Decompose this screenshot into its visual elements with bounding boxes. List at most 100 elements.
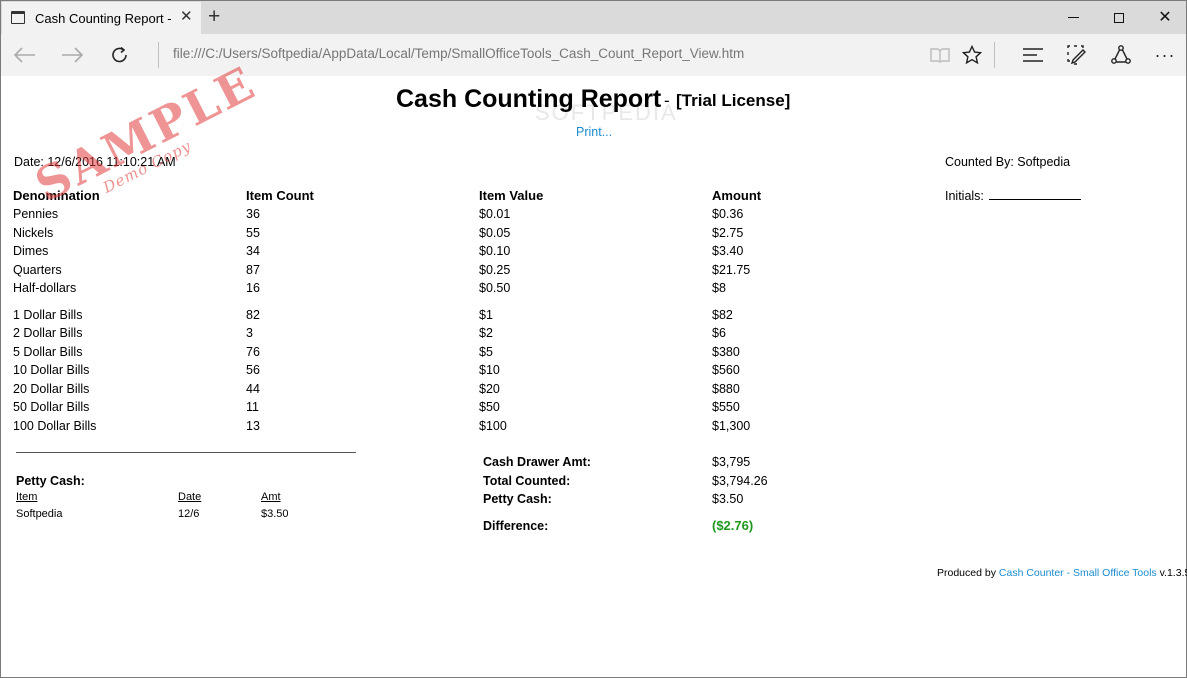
row-count: 36 bbox=[246, 207, 260, 221]
row-value: $0.25 bbox=[479, 263, 511, 277]
tab-title: Cash Counting Report - bbox=[35, 11, 172, 26]
column-header-item-value: Item Value bbox=[479, 188, 544, 203]
address-bar[interactable]: file:///C:/Users/Softpedia/AppData/Local… bbox=[173, 46, 744, 61]
petty-cash-title: Petty Cash: bbox=[16, 474, 85, 488]
row-count: 76 bbox=[246, 345, 260, 359]
title-separator: - bbox=[664, 91, 670, 110]
new-tab-icon[interactable]: + bbox=[208, 6, 220, 27]
forward-icon[interactable] bbox=[58, 41, 86, 69]
address-separator bbox=[158, 42, 159, 68]
browser-tab[interactable]: Cash Counting Report - ✕ bbox=[2, 2, 201, 35]
cash-drawer-label: Cash Drawer Amt: bbox=[483, 455, 591, 469]
row-count: 34 bbox=[246, 244, 260, 258]
petty-cash-label: Petty Cash: bbox=[483, 492, 552, 506]
close-window-icon: ✕ bbox=[1158, 8, 1172, 26]
row-denomination: 2 Dollar Bills bbox=[13, 326, 83, 340]
minimize-button[interactable] bbox=[1050, 1, 1096, 34]
petty-header-amt: Amt bbox=[261, 491, 281, 503]
row-amount: $880 bbox=[712, 382, 740, 396]
close-tab-icon[interactable]: ✕ bbox=[180, 9, 193, 25]
page-icon bbox=[11, 11, 25, 24]
row-value: $0.10 bbox=[479, 244, 511, 258]
row-value: $0.01 bbox=[479, 207, 511, 221]
row-value: $50 bbox=[479, 400, 500, 414]
footer-version: v.1.3.5 bbox=[1159, 567, 1187, 579]
footer: Produced by Cash Counter - Small Office … bbox=[937, 567, 1187, 579]
license-label: [Trial License] bbox=[676, 91, 791, 110]
row-count: 13 bbox=[246, 419, 260, 433]
minimize-icon bbox=[1067, 17, 1079, 18]
row-denomination: Dimes bbox=[13, 244, 49, 258]
row-denomination: 5 Dollar Bills bbox=[13, 345, 83, 359]
row-denomination: 1 Dollar Bills bbox=[13, 308, 83, 322]
share-icon[interactable] bbox=[1107, 41, 1135, 69]
report-title: Cash Counting Report bbox=[396, 85, 662, 113]
row-denomination: 10 Dollar Bills bbox=[13, 363, 90, 377]
column-header-item-count: Item Count bbox=[246, 188, 314, 203]
refresh-icon[interactable] bbox=[106, 41, 134, 69]
row-amount: $1,300 bbox=[712, 419, 751, 433]
row-denomination: Nickels bbox=[13, 226, 54, 240]
cash-drawer-value: $3,795 bbox=[712, 455, 751, 469]
row-count: 3 bbox=[246, 326, 253, 340]
petty-header-item: Item bbox=[16, 491, 38, 503]
row-value: $0.05 bbox=[479, 226, 511, 240]
petty-row-item: Softpedia bbox=[16, 508, 63, 520]
row-amount: $380 bbox=[712, 345, 740, 359]
row-amount: $21.75 bbox=[712, 263, 751, 277]
row-denomination: 100 Dollar Bills bbox=[13, 419, 97, 433]
print-link[interactable]: Print... bbox=[576, 125, 612, 139]
hub-icon[interactable] bbox=[1019, 41, 1047, 69]
maximize-icon bbox=[1114, 12, 1124, 23]
back-icon[interactable] bbox=[11, 41, 39, 69]
maximize-button[interactable] bbox=[1096, 1, 1142, 34]
navigation-bar: file:///C:/Users/Softpedia/AppData/Local… bbox=[0, 34, 1187, 76]
column-header-amount: Amount bbox=[712, 188, 762, 203]
petty-cash-value: $3.50 bbox=[712, 492, 744, 506]
row-value: $0.50 bbox=[479, 281, 511, 295]
row-denomination: Pennies bbox=[13, 207, 59, 221]
report-date: Date: 12/6/2016 11:10:21 AM bbox=[14, 155, 176, 169]
row-count: 56 bbox=[246, 363, 260, 377]
row-value: $10 bbox=[479, 363, 500, 377]
row-count: 16 bbox=[246, 281, 260, 295]
row-denomination: 50 Dollar Bills bbox=[13, 400, 90, 414]
row-value: $20 bbox=[479, 382, 500, 396]
difference-label: Difference: bbox=[483, 519, 549, 533]
initials-label: Initials: bbox=[945, 189, 984, 203]
row-amount: $8 bbox=[712, 281, 726, 295]
row-count: 11 bbox=[246, 400, 259, 414]
total-counted-value: $3,794.26 bbox=[712, 474, 768, 488]
row-denomination: Quarters bbox=[13, 263, 62, 277]
row-amount: $0.36 bbox=[712, 207, 744, 221]
row-value: $100 bbox=[479, 419, 507, 433]
footer-link[interactable]: Cash Counter - Small Office Tools bbox=[999, 567, 1157, 579]
row-count: 44 bbox=[246, 382, 260, 396]
section-divider bbox=[16, 452, 356, 453]
row-amount: $560 bbox=[712, 363, 740, 377]
petty-row-amt: $3.50 bbox=[261, 508, 289, 520]
title-bar: Cash Counting Report - ✕ + ✕ bbox=[0, 0, 1187, 35]
counted-by: Counted By: Softpedia bbox=[945, 155, 1071, 169]
row-amount: $6 bbox=[712, 326, 726, 340]
row-value: $2 bbox=[479, 326, 493, 340]
difference-value: ($2.76) bbox=[712, 518, 754, 533]
total-counted-label: Total Counted: bbox=[483, 474, 571, 488]
initials-line bbox=[989, 188, 1082, 200]
row-amount: $82 bbox=[712, 308, 733, 322]
petty-header-date: Date bbox=[178, 491, 202, 503]
row-value: $1 bbox=[479, 308, 493, 322]
row-denomination: Half-dollars bbox=[13, 281, 77, 295]
row-count: 55 bbox=[246, 226, 260, 240]
close-window-button[interactable]: ✕ bbox=[1142, 1, 1187, 34]
initials: Initials: bbox=[945, 188, 1082, 203]
row-amount: $3.40 bbox=[712, 244, 744, 258]
more-icon[interactable]: ··· bbox=[1151, 41, 1179, 69]
reading-view-icon[interactable] bbox=[926, 41, 954, 69]
column-header-denomination: Denomination bbox=[13, 188, 100, 203]
row-denomination: 20 Dollar Bills bbox=[13, 382, 90, 396]
footer-prefix: Produced by bbox=[937, 567, 996, 579]
row-count: 87 bbox=[246, 263, 260, 277]
web-note-icon[interactable] bbox=[1063, 41, 1091, 69]
favorite-star-icon[interactable] bbox=[958, 41, 986, 69]
